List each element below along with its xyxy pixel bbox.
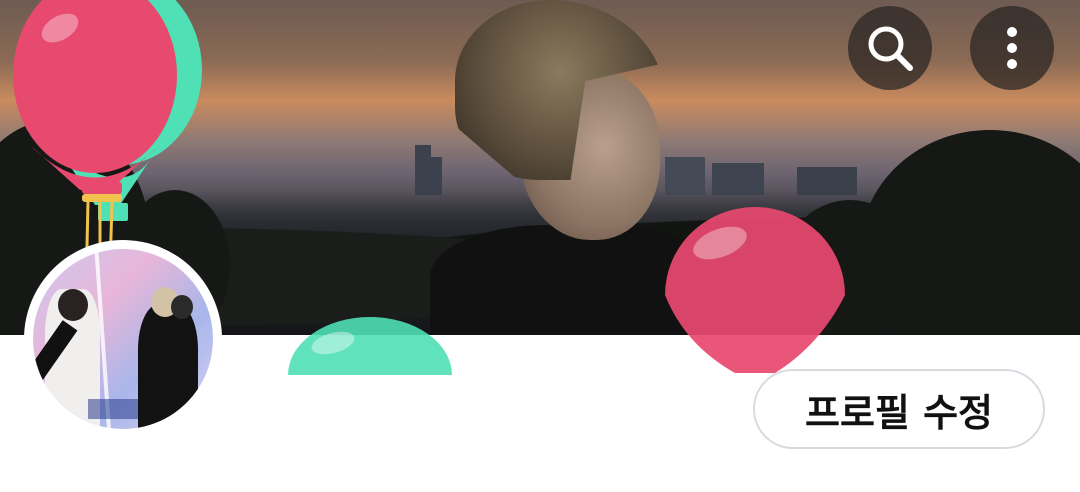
avatar-figure-back-head [171,295,193,319]
search-icon [868,26,913,71]
more-vertical-icon [1007,27,1017,69]
avatar-figure-left-head [58,289,88,321]
more-options-button[interactable] [970,6,1054,90]
balloon-decoration-mint [288,317,452,375]
avatar-background-text [88,399,138,419]
search-button[interactable] [848,6,932,90]
avatar-photo [33,249,213,429]
balloon-decoration-right [665,207,845,373]
edit-profile-button[interactable]: 프로필 수정 [753,369,1045,449]
avatar-figure-right [138,304,198,429]
profile-avatar[interactable] [24,240,222,438]
